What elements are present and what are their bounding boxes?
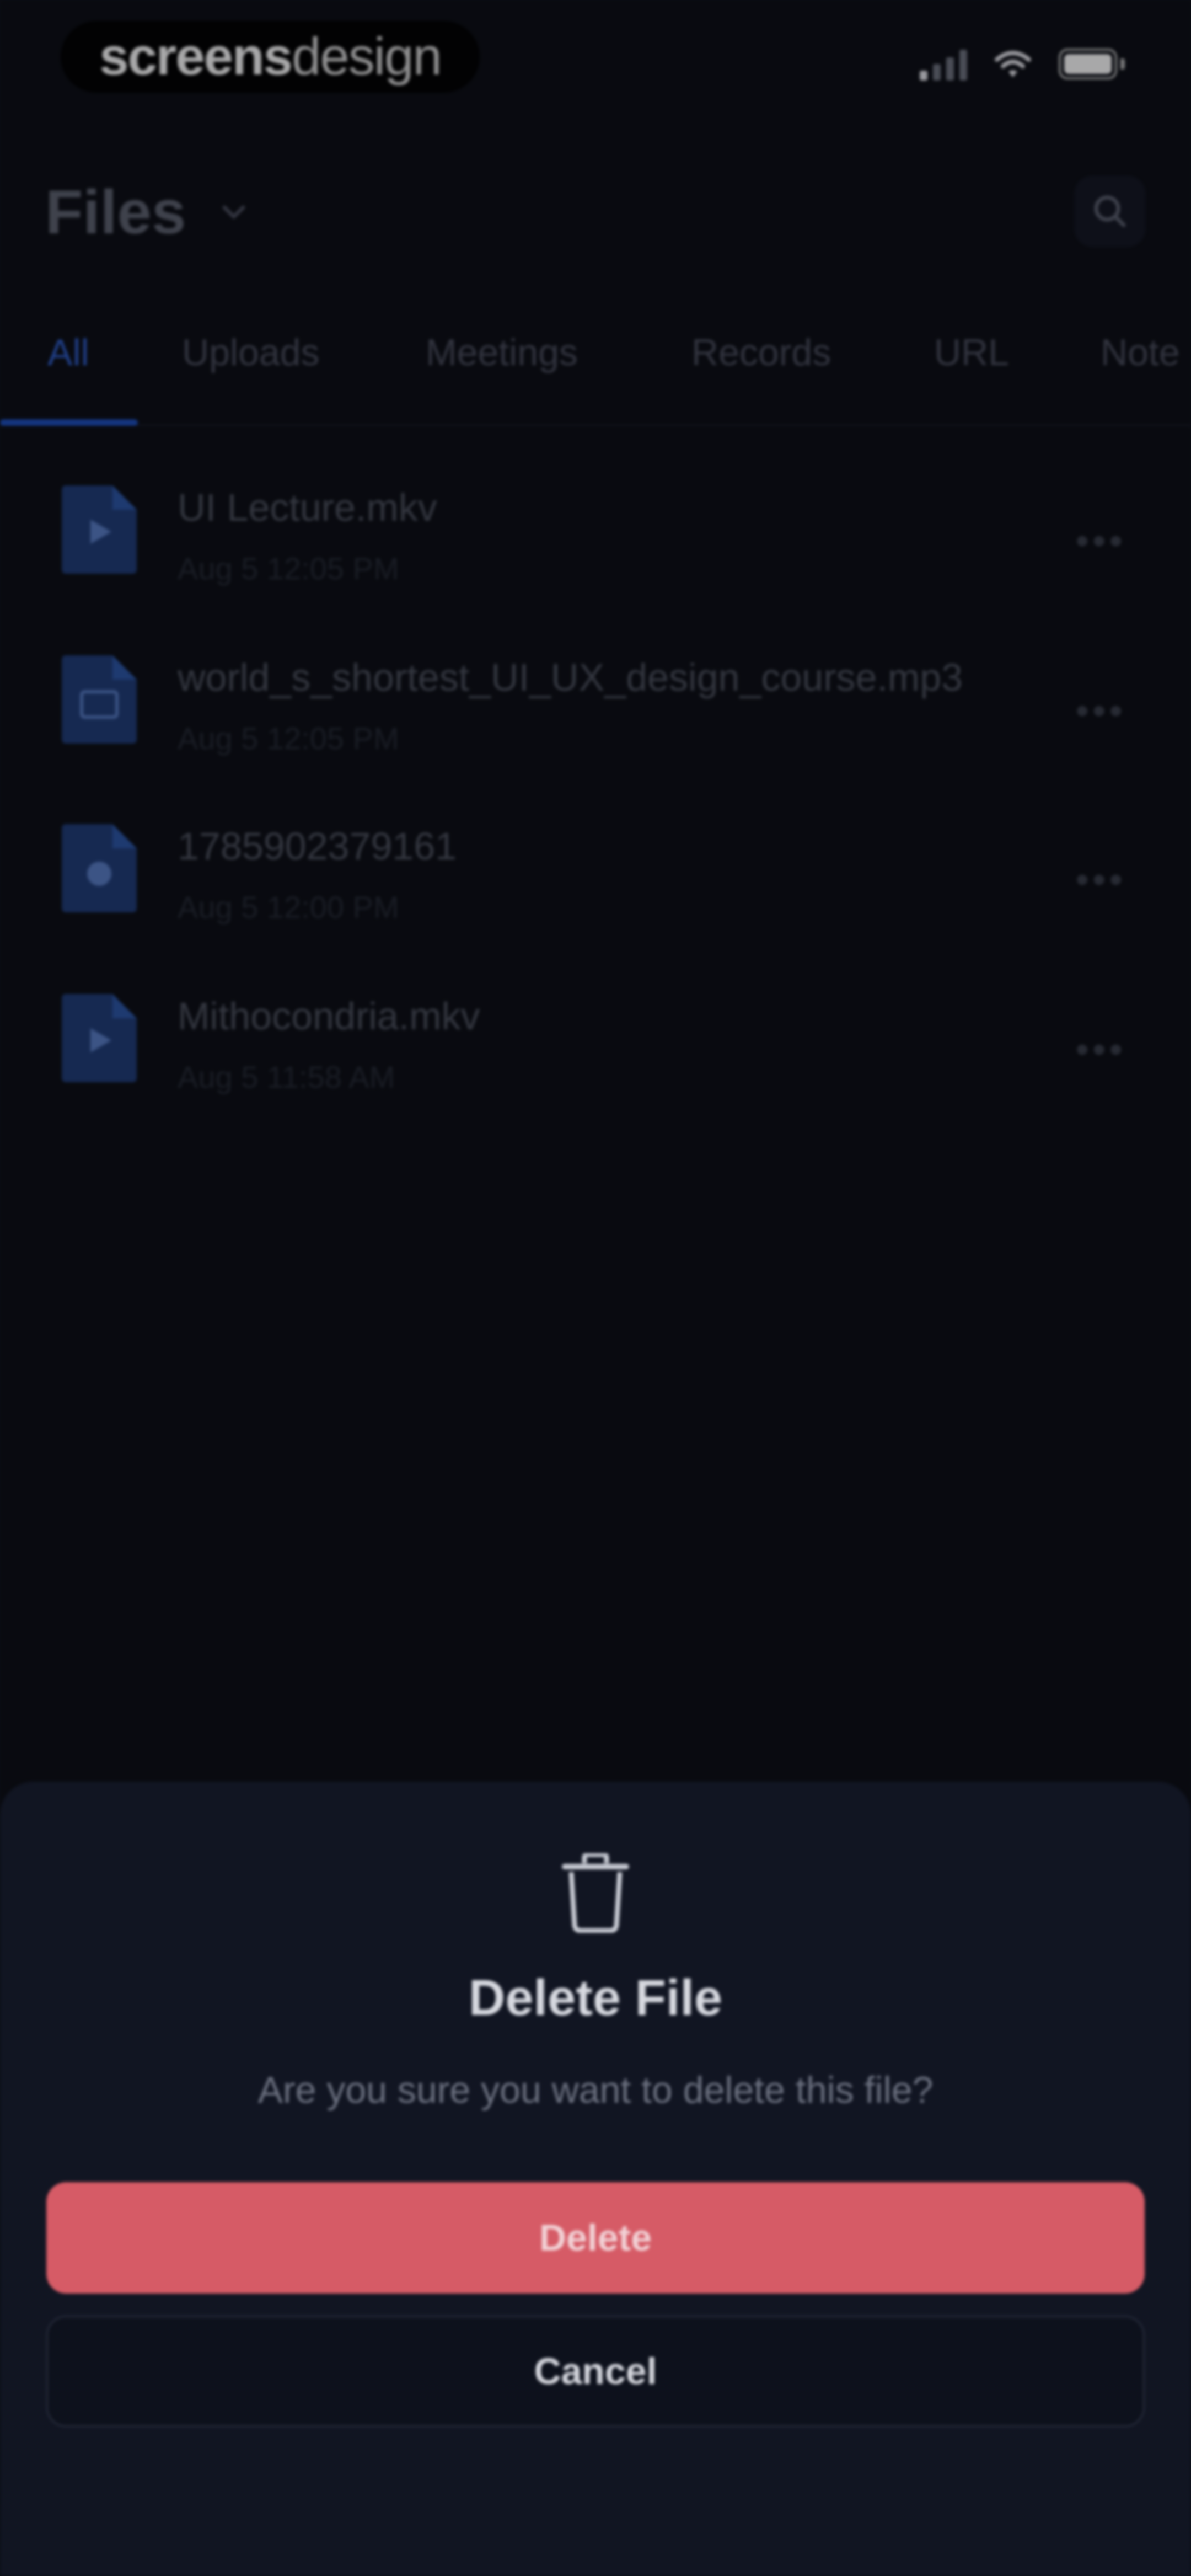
delete-file-sheet: Delete File Are you sure you want to del… [0,1782,1191,2576]
files-screen: screens design Files All Uploads Meeting… [0,0,1191,2576]
dialog-message: Are you sure you want to delete this fil… [257,2069,934,2111]
trash-icon [562,1853,629,1933]
dialog-title: Delete File [468,1970,723,2026]
cancel-button[interactable]: Cancel [46,2316,1145,2427]
delete-button[interactable]: Delete [46,2182,1145,2294]
